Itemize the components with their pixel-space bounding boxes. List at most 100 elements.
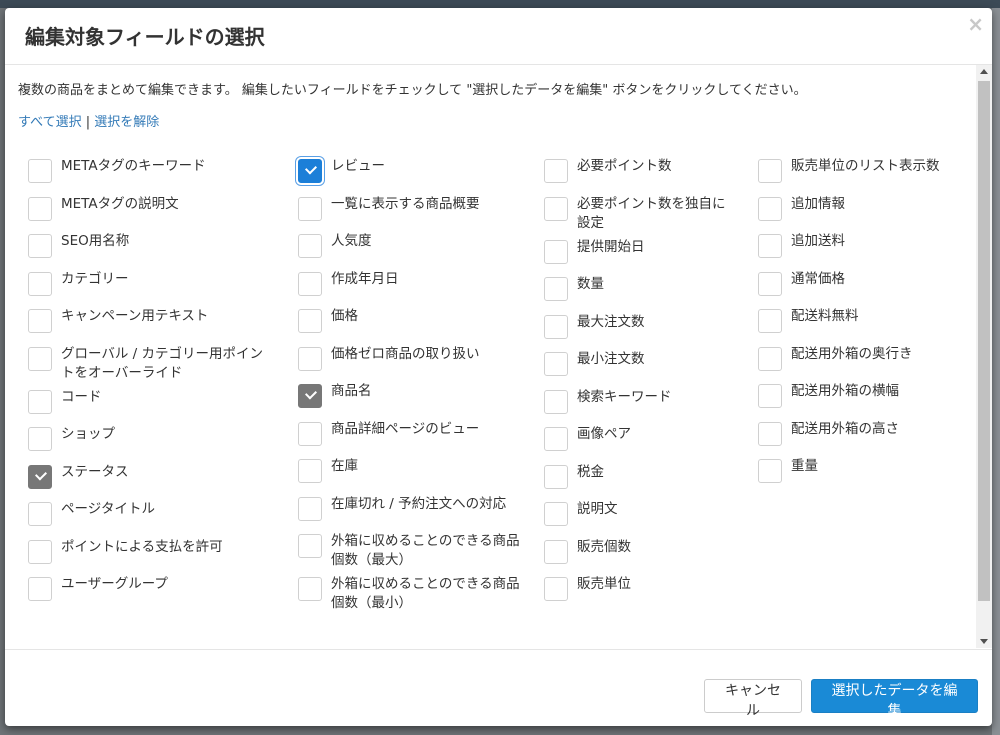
field-item-user-group[interactable]: ユーザーグループ (28, 575, 268, 613)
field-item-shop[interactable]: ショップ (28, 425, 268, 463)
checkbox[interactable] (28, 502, 52, 526)
deselect-all-link[interactable]: 選択を解除 (94, 115, 159, 130)
field-item-seo-name[interactable]: SEO用名称 (28, 232, 268, 270)
select-all-link[interactable]: すべて選択 (18, 115, 82, 130)
edit-selected-button[interactable]: 選択したデータを編集 (811, 679, 978, 719)
checkbox[interactable] (298, 271, 322, 296)
field-item-search-keywords[interactable]: 検索キーワード (544, 388, 744, 426)
field-item-review[interactable]: レビュー (298, 157, 528, 195)
scrollbar-thumb[interactable] (978, 81, 990, 601)
checkbox[interactable] (544, 239, 568, 264)
checkbox[interactable] (298, 459, 322, 483)
checkbox[interactable] (544, 539, 568, 564)
field-item-product-name[interactable]: 商品名 (298, 382, 528, 420)
field-item-list-quantity[interactable]: 販売単位のリスト表示数 (758, 157, 958, 195)
field-item-zero-price[interactable]: 価格ゼロ商品の取り扱い (298, 345, 528, 383)
checkbox[interactable] (28, 271, 52, 296)
scroll-down-icon[interactable] (980, 639, 988, 644)
field-item-stock[interactable]: 在庫 (298, 457, 528, 495)
field-item-free-shipping[interactable]: 配送料無料 (758, 307, 958, 345)
checkbox-checked[interactable] (298, 159, 322, 183)
checkbox[interactable] (758, 271, 782, 296)
field-item-code[interactable]: コード (28, 388, 268, 426)
field-item-short-description[interactable]: 一覧に表示する商品概要 (298, 195, 528, 233)
field-item-status[interactable]: ステータス (28, 463, 268, 501)
field-item-weight[interactable]: 重量 (758, 457, 958, 495)
field-item-out-of-stock[interactable]: 在庫切れ / 予約注文への対応 (298, 495, 528, 533)
cancel-button[interactable]: キャンセル (704, 679, 802, 719)
checkbox[interactable] (28, 389, 52, 414)
checkbox[interactable] (758, 459, 782, 483)
checkbox[interactable] (298, 196, 322, 221)
field-item-sales-count[interactable]: 販売個数 (544, 538, 744, 576)
field-item-additional-shipping[interactable]: 追加送料 (758, 232, 958, 270)
field-item-detail-view[interactable]: 商品詳細ページのビュー (298, 420, 528, 458)
field-item-list-price[interactable]: 通常価格 (758, 270, 958, 308)
checkbox-checked[interactable] (298, 384, 322, 408)
checkbox[interactable] (544, 389, 568, 414)
checkbox-checked[interactable] (28, 464, 52, 489)
checkbox[interactable] (28, 577, 52, 601)
field-item-point-payment[interactable]: ポイントによる支払を許可 (28, 538, 268, 576)
checkbox[interactable] (298, 496, 322, 521)
field-item-max-order[interactable]: 最大注文数 (544, 313, 744, 351)
field-item-page-title[interactable]: ページタイトル (28, 500, 268, 538)
checkbox[interactable] (544, 502, 568, 526)
field-item-box-width[interactable]: 配送用外箱の横幅 (758, 382, 958, 420)
checkbox[interactable] (758, 421, 782, 446)
field-item-description[interactable]: 説明文 (544, 500, 744, 538)
field-item-meta-keywords[interactable]: METAタグのキーワード (28, 157, 268, 195)
field-item-category[interactable]: カテゴリー (28, 270, 268, 308)
checkbox[interactable] (298, 346, 322, 371)
field-item-popularity[interactable]: 人気度 (298, 232, 528, 270)
scroll-up-icon[interactable] (980, 69, 988, 74)
checkbox[interactable] (544, 159, 568, 183)
field-item-available-date[interactable]: 提供開始日 (544, 238, 744, 276)
field-item-image-pair[interactable]: 画像ペア (544, 425, 744, 463)
checkbox[interactable] (544, 314, 568, 339)
checkbox[interactable] (758, 234, 782, 258)
field-item-price[interactable]: 価格 (298, 307, 528, 345)
checkbox[interactable] (298, 577, 322, 601)
checkbox[interactable] (544, 427, 568, 451)
vertical-scrollbar[interactable] (976, 65, 992, 648)
field-item-box-min[interactable]: 外箱に収めることのできる商品個数（最小） (298, 575, 528, 618)
field-item-min-order[interactable]: 最小注文数 (544, 350, 744, 388)
checkbox[interactable] (544, 577, 568, 601)
field-item-box-height[interactable]: 配送用外箱の高さ (758, 420, 958, 458)
checkbox[interactable] (544, 196, 568, 221)
checkbox[interactable] (298, 534, 322, 558)
checkbox[interactable] (544, 464, 568, 489)
field-item-box-depth[interactable]: 配送用外箱の奥行き (758, 345, 958, 383)
checkbox[interactable] (298, 234, 322, 258)
checkbox[interactable] (544, 352, 568, 376)
field-item-box-max[interactable]: 外箱に収めることのできる商品個数（最大） (298, 532, 528, 575)
checkbox[interactable] (28, 196, 52, 221)
field-item-meta-description[interactable]: METAタグの説明文 (28, 195, 268, 233)
close-icon[interactable]: × (967, 12, 984, 36)
field-item-campaign-text[interactable]: キャンペーン用テキスト (28, 307, 268, 345)
field-item-required-points[interactable]: 必要ポイント数 (544, 157, 744, 195)
checkbox[interactable] (544, 277, 568, 301)
checkbox[interactable] (758, 346, 782, 371)
field-item-point-override[interactable]: グローバル / カテゴリー用ポイントをオーバーライド (28, 345, 268, 388)
checkbox[interactable] (298, 309, 322, 333)
field-item-custom-points[interactable]: 必要ポイント数を独自に設定 (544, 195, 744, 238)
checkbox[interactable] (758, 309, 782, 333)
checkbox[interactable] (758, 384, 782, 408)
checkbox[interactable] (28, 234, 52, 258)
field-item-additional-info[interactable]: 追加情報 (758, 195, 958, 233)
checkbox[interactable] (28, 539, 52, 564)
checkbox[interactable] (758, 159, 782, 183)
checkbox[interactable] (758, 196, 782, 221)
field-item-creation-date[interactable]: 作成年月日 (298, 270, 528, 308)
checkbox[interactable] (28, 346, 52, 371)
field-item-sales-unit[interactable]: 販売単位 (544, 575, 744, 613)
checkbox[interactable] (28, 427, 52, 451)
checkbox[interactable] (28, 309, 52, 333)
checkbox[interactable] (298, 421, 322, 446)
field-label: 外箱に収めることのできる商品個数（最大） (331, 533, 520, 568)
checkbox[interactable] (28, 159, 52, 183)
field-item-quantity[interactable]: 数量 (544, 275, 744, 313)
field-item-tax[interactable]: 税金 (544, 463, 744, 501)
